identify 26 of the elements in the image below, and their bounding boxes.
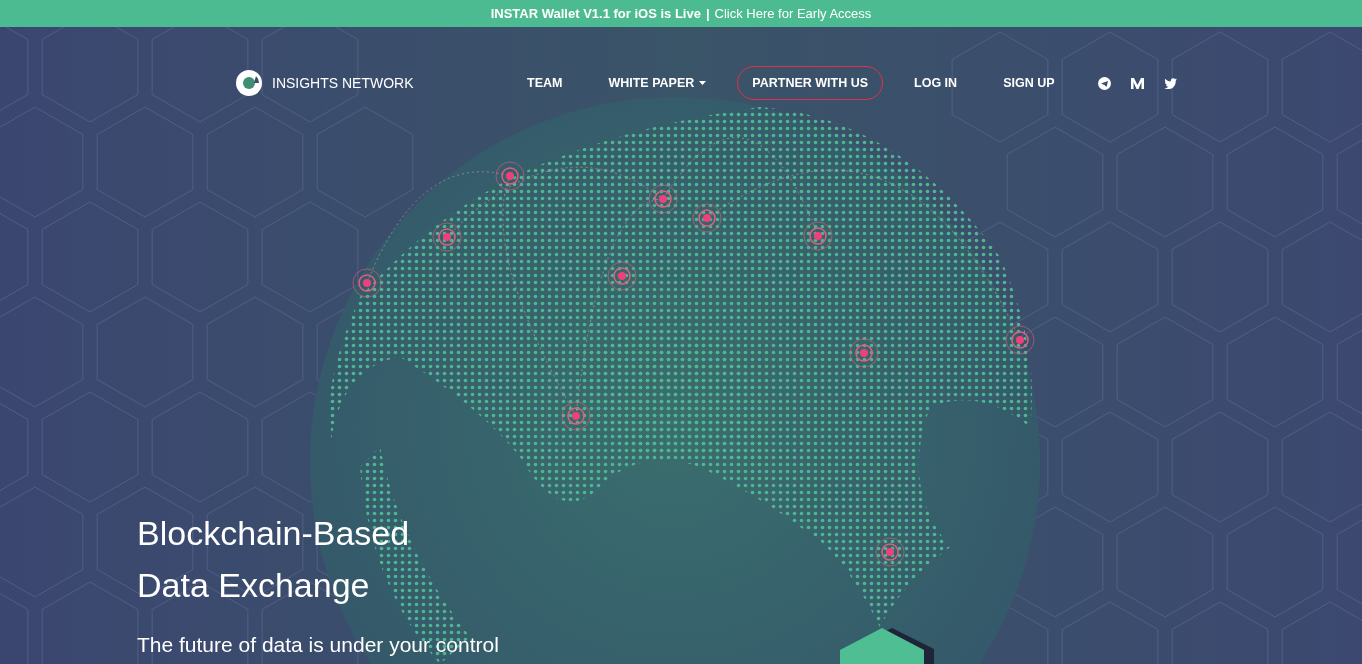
banner-separator: |	[705, 6, 710, 21]
brand-name: INSIGHTS NETWORK	[272, 75, 414, 91]
map-pin-icon	[849, 338, 879, 368]
map-pin-icon	[561, 401, 591, 431]
nav-link[interactable]: TEAM	[512, 66, 578, 100]
map-pin-icon	[352, 268, 382, 298]
hero-subtitle: The future of data is under your control	[137, 633, 499, 657]
nav-link[interactable]: WHITE PAPER	[593, 66, 722, 100]
map-pin-icon	[495, 161, 525, 191]
caret-icon	[699, 81, 707, 85]
banner-headline: INSTAR Wallet V1.1 for iOS is Live	[490, 6, 701, 21]
map-pin-icon	[607, 261, 637, 291]
hero-title: Blockchain-Based Data Exchange	[137, 513, 411, 606]
medium-icon[interactable]	[1130, 77, 1144, 89]
nav-link[interactable]: SIGN UP	[988, 66, 1070, 100]
twitter-icon[interactable]	[1163, 77, 1177, 89]
map-pin-icon	[432, 222, 462, 252]
map-pin-icon	[803, 221, 833, 251]
logo-icon	[236, 70, 262, 96]
telegram-icon[interactable]	[1097, 76, 1111, 90]
map-pin-icon	[1005, 325, 1035, 355]
nav-link[interactable]: LOG IN	[899, 66, 973, 100]
map-pin-icon	[692, 203, 722, 233]
map-pin-icon	[648, 184, 678, 214]
map-pin-icon	[875, 537, 905, 567]
banner-link-text: Click Here for Early Access	[714, 6, 872, 21]
